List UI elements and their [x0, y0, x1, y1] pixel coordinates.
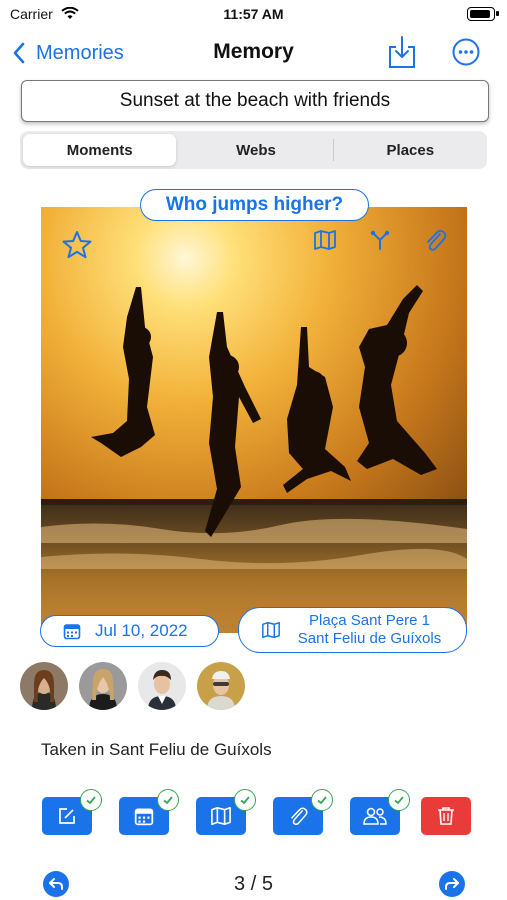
- more-button[interactable]: [448, 34, 484, 70]
- avatar[interactable]: [79, 662, 127, 710]
- status-time: 11:57 AM: [223, 6, 284, 22]
- fork-icon[interactable]: [369, 229, 391, 251]
- paperclip-icon[interactable]: [423, 227, 447, 253]
- battery-tip: [496, 11, 499, 16]
- memory-photo[interactable]: [41, 207, 467, 633]
- calendar-icon: [63, 624, 81, 640]
- calendar-icon: [134, 808, 154, 826]
- check-icon: [311, 789, 333, 811]
- attachment-button[interactable]: [273, 789, 333, 835]
- export-button[interactable]: [384, 34, 420, 70]
- map-icon[interactable]: [313, 229, 337, 251]
- battery-icon: [467, 7, 495, 21]
- people-icon: [363, 807, 387, 825]
- memory-description: Taken in Sant Feliu de Guíxols: [41, 740, 272, 759]
- map-icon: [211, 807, 231, 825]
- tab-moments[interactable]: Moments: [23, 134, 177, 166]
- page-title: Memory: [213, 40, 294, 63]
- arrow-uturn-right-icon: [445, 878, 459, 890]
- edit-button[interactable]: [42, 789, 102, 835]
- memory-title-field[interactable]: Sunset at the beach with friends: [21, 80, 489, 122]
- ellipsis-circle-icon: [452, 38, 480, 66]
- place-line-1: Plaça Sant Pere 1: [309, 612, 430, 629]
- avatar[interactable]: [138, 662, 186, 710]
- avatar[interactable]: [20, 662, 68, 710]
- place-pill[interactable]: Plaça Sant Pere 1 Sant Feliu de Guíxols: [238, 607, 467, 653]
- next-button[interactable]: [439, 871, 465, 897]
- date-button[interactable]: [119, 789, 179, 835]
- tab-places[interactable]: Places: [334, 131, 487, 169]
- place-line-2: Sant Feliu de Guíxols: [297, 630, 442, 647]
- place-button[interactable]: [196, 789, 256, 835]
- star-icon[interactable]: [61, 229, 93, 261]
- check-icon: [234, 789, 256, 811]
- check-icon: [388, 789, 410, 811]
- sunset-jump-image: [41, 207, 467, 633]
- date-label: Jul 10, 2022: [95, 621, 188, 640]
- delete-button[interactable]: [421, 797, 471, 835]
- avatar[interactable]: [197, 662, 245, 710]
- check-icon: [80, 789, 102, 811]
- question-bubble[interactable]: Who jumps higher?: [140, 189, 369, 221]
- paperclip-icon: [291, 807, 308, 826]
- page-indicator: 3 / 5: [234, 873, 273, 895]
- edit-icon: [59, 808, 75, 824]
- tab-webs[interactable]: Webs: [179, 131, 332, 169]
- download-icon: [389, 36, 415, 68]
- trash-icon: [438, 807, 454, 825]
- map-icon: [262, 621, 280, 639]
- date-pill[interactable]: Jul 10, 2022: [40, 615, 219, 647]
- people-button[interactable]: [350, 789, 410, 835]
- check-icon: [157, 789, 179, 811]
- segmented-control: Moments Webs Places: [20, 131, 487, 169]
